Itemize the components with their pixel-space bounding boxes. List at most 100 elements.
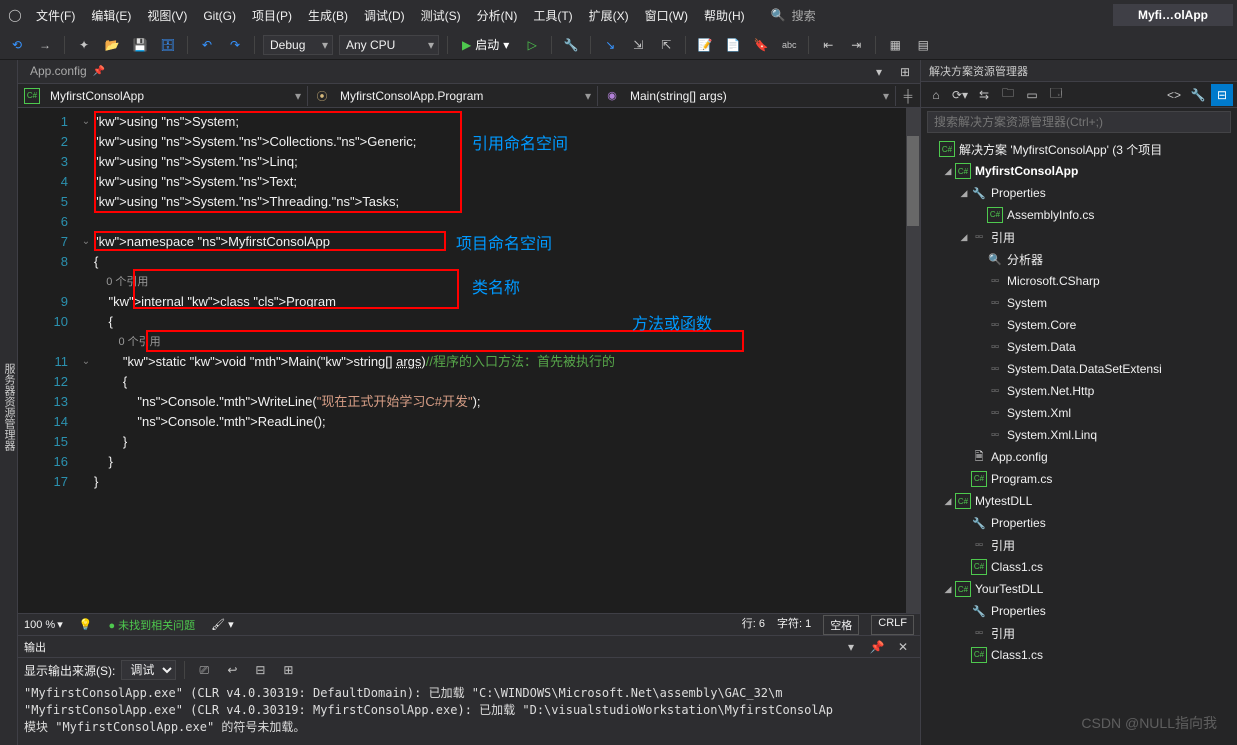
save-icon[interactable]: 💾 — [129, 34, 151, 56]
sx-properties-icon[interactable]: 🗔 — [1045, 84, 1067, 106]
platform-dropdown[interactable]: Any CPU — [339, 35, 439, 55]
tree-node[interactable]: C#解决方案 'MyfirstConsolApp' (3 个项目 — [921, 138, 1237, 160]
menu-item[interactable]: 生成(B) — [300, 5, 356, 27]
menu-item[interactable]: 测试(S) — [413, 5, 469, 27]
menu-item[interactable]: Git(G) — [195, 5, 244, 27]
indent-mode[interactable]: 空格 — [823, 615, 859, 635]
start-button[interactable]: ▶启动 ▾ — [456, 34, 515, 55]
editor-tab[interactable]: App.config 📌 — [18, 60, 143, 82]
abc-icon[interactable]: abc — [778, 34, 800, 56]
output-clear-icon[interactable]: ⎚ — [193, 659, 215, 681]
nav-class[interactable]: ⦿MyfirstConsolApp.Program — [308, 86, 598, 106]
outdent-icon[interactable]: ⇥ — [845, 34, 867, 56]
tree-node[interactable]: ▫▫System.Xml — [921, 402, 1237, 424]
expand-icon[interactable]: ◢ — [957, 232, 971, 243]
menu-item[interactable]: 扩展(X) — [581, 5, 637, 27]
tree-node[interactable]: ▫▫引用 — [921, 534, 1237, 556]
output-body[interactable]: "MyfirstConsolApp.exe" (CLR v4.0.30319: … — [18, 682, 920, 745]
menu-item[interactable]: 窗口(W) — [637, 5, 696, 27]
tree-node[interactable]: ▫▫System.Net.Http — [921, 380, 1237, 402]
expand-icon[interactable]: ◢ — [941, 496, 955, 507]
format-icon-1[interactable]: ▦ — [884, 34, 906, 56]
comment-icon[interactable]: 📝 — [694, 34, 716, 56]
sx-refresh-icon[interactable]: ⟳▾ — [949, 84, 971, 106]
tab-expand-icon[interactable]: ⊞ — [894, 61, 916, 83]
uncomment-icon[interactable]: 📄 — [722, 34, 744, 56]
tree-node[interactable]: ◢▫▫引用 — [921, 226, 1237, 248]
tab-dropdown-icon[interactable]: ▾ — [868, 61, 890, 83]
code-editor[interactable]: 1234567891011121314151617 ⌄⌄⌄ "kw">using… — [18, 108, 920, 613]
output-close-icon[interactable]: ✕ — [892, 636, 914, 658]
redo-icon[interactable]: ↷ — [224, 34, 246, 56]
step-icon-1[interactable]: ↘ — [599, 34, 621, 56]
menu-item[interactable]: 调试(D) — [356, 5, 413, 27]
brush-icon[interactable]: 🖌 ▾ — [211, 618, 234, 631]
tree-node[interactable]: ◢🔧Properties — [921, 182, 1237, 204]
sx-sync-icon[interactable]: ⇆ — [973, 84, 995, 106]
tree-node[interactable]: ▫▫System.Xml.Linq — [921, 424, 1237, 446]
menu-item[interactable]: 帮助(H) — [696, 5, 753, 27]
expand-icon[interactable]: ◢ — [941, 584, 955, 595]
expand-icon[interactable]: ◢ — [941, 166, 955, 177]
step-icon-2[interactable]: ⇲ — [627, 34, 649, 56]
zoom-level[interactable]: 100 % ▾ — [24, 618, 63, 631]
nav-member[interactable]: ◉Main(string[] args) — [598, 86, 896, 106]
sx-collapse-icon[interactable]: ▭ — [1021, 84, 1043, 106]
new-project-icon[interactable]: ✦ — [73, 34, 95, 56]
nav-scope[interactable]: C#MyfirstConsolApp — [18, 86, 308, 106]
undo-icon[interactable]: ↶ — [196, 34, 218, 56]
tree-node[interactable]: ▫▫System.Data — [921, 336, 1237, 358]
menu-item[interactable]: 项目(P) — [244, 5, 300, 27]
save-all-icon[interactable]: 🗄 — [157, 34, 179, 56]
sx-home-icon[interactable]: ⌂ — [925, 84, 947, 106]
menu-item[interactable]: 编辑(E) — [83, 5, 139, 27]
sx-code-icon[interactable]: <> — [1163, 84, 1185, 106]
tree-node[interactable]: ◢C#MytestDLL — [921, 490, 1237, 512]
line-ending[interactable]: CRLF — [871, 615, 914, 635]
menu-item[interactable]: 工具(T) — [525, 5, 580, 27]
indent-icon[interactable]: ⇤ — [817, 34, 839, 56]
output-pin-icon[interactable]: 📌 — [866, 636, 888, 658]
solution-tree[interactable]: C#解决方案 'MyfirstConsolApp' (3 个项目◢C#Myfir… — [921, 136, 1237, 745]
tree-node[interactable]: ◢C#YourTestDLL — [921, 578, 1237, 600]
tree-node[interactable]: 🔧Properties — [921, 512, 1237, 534]
search-box[interactable]: 🔍 搜索 — [771, 7, 816, 24]
menu-item[interactable]: 分析(N) — [469, 5, 526, 27]
sx-view-icon[interactable]: ⊟ — [1211, 84, 1233, 106]
nav-back-icon[interactable]: ⟲ — [6, 34, 28, 56]
menu-item[interactable]: 视图(V) — [139, 5, 195, 27]
tree-node[interactable]: ▫▫System.Data.DataSetExtensi — [921, 358, 1237, 380]
format-icon-2[interactable]: ▤ — [912, 34, 934, 56]
code-content[interactable]: "kw">using "ns">System;"kw">using "ns">S… — [94, 108, 920, 613]
issues-indicator[interactable]: ● 未找到相关问题 — [108, 617, 195, 633]
side-tab-server[interactable]: 服务器资源管理器 — [0, 60, 18, 745]
output-dropdown-icon[interactable]: ▾ — [840, 636, 862, 658]
tree-node[interactable]: C#AssemblyInfo.cs — [921, 204, 1237, 226]
expand-icon[interactable]: ◢ — [957, 188, 971, 199]
tree-node[interactable]: C#Class1.cs — [921, 644, 1237, 666]
tree-node[interactable]: ▫▫引用 — [921, 622, 1237, 644]
output-wrap-icon[interactable]: ↩ — [221, 659, 243, 681]
tree-node[interactable]: 🗎App.config — [921, 446, 1237, 468]
start-no-debug-icon[interactable]: ▷ — [521, 34, 543, 56]
solution-search-input[interactable] — [927, 111, 1231, 133]
step-icon-3[interactable]: ⇱ — [655, 34, 677, 56]
sx-showall-icon[interactable]: 🗀 — [997, 84, 1019, 106]
tree-node[interactable]: ▫▫System — [921, 292, 1237, 314]
tree-node[interactable]: 🔧Properties — [921, 600, 1237, 622]
tree-node[interactable]: ▫▫Microsoft.CSharp — [921, 270, 1237, 292]
back-icon[interactable]: ◯ — [4, 4, 26, 26]
tree-node[interactable]: ◢C#MyfirstConsolApp — [921, 160, 1237, 182]
bookmark-icon[interactable]: 🔖 — [750, 34, 772, 56]
nav-split-icon[interactable]: ╪ — [896, 89, 920, 103]
tree-node[interactable]: C#Program.cs — [921, 468, 1237, 490]
tool-icon-1[interactable]: 🔧 — [560, 34, 582, 56]
open-icon[interactable]: 📂 — [101, 34, 123, 56]
lightbulb-icon[interactable]: 💡 — [79, 618, 93, 631]
tree-node[interactable]: C#Class1.cs — [921, 556, 1237, 578]
output-tool4-icon[interactable]: ⊞ — [277, 659, 299, 681]
config-dropdown[interactable]: Debug — [263, 35, 333, 55]
sx-wrench-icon[interactable]: 🔧 — [1187, 84, 1209, 106]
nav-fwd-icon[interactable]: → — [34, 34, 56, 56]
menu-item[interactable]: 文件(F) — [28, 5, 83, 27]
